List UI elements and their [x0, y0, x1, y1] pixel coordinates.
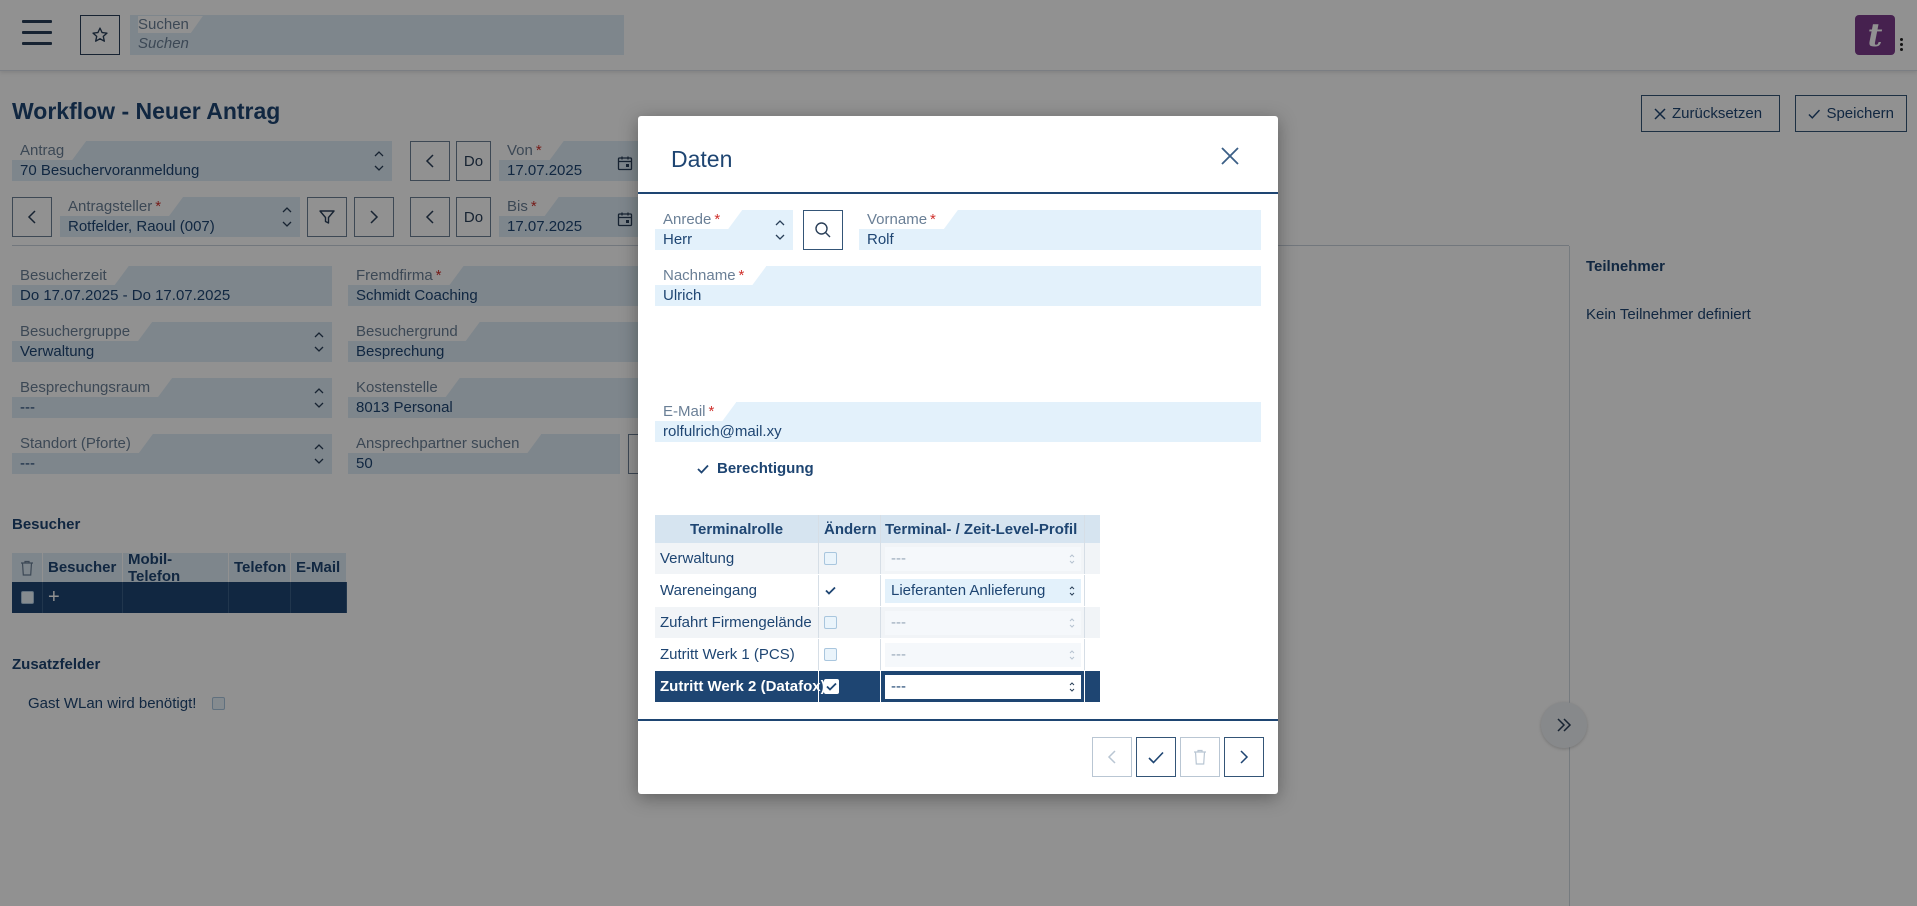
- chevron-left-icon: [1107, 750, 1116, 764]
- anrede-label: Anrede *: [655, 210, 742, 229]
- row-aendern-cell: [819, 607, 881, 638]
- table-row[interactable]: Zufahrt Firmengelände ---: [655, 607, 1100, 639]
- nachname-field[interactable]: Nachname * Ulrich: [655, 266, 1261, 306]
- table-row[interactable]: Wareneingang Lieferanten Anlieferung: [655, 575, 1100, 607]
- nachname-label: Nachname *: [655, 266, 766, 285]
- table-row[interactable]: Zutritt Werk 1 (PCS) ---: [655, 639, 1100, 671]
- profile-value: ---: [891, 614, 906, 631]
- aendern-checkbox[interactable]: [824, 616, 837, 629]
- row-profile-cell: ---: [881, 639, 1085, 670]
- up-down-icon: [1069, 584, 1075, 602]
- col-aendern[interactable]: Ändern: [819, 515, 881, 543]
- check-icon: [825, 586, 836, 595]
- row-role: Zufahrt Firmengelände: [655, 607, 819, 638]
- profile-value: ---: [891, 550, 906, 567]
- row-role: Zutritt Werk 1 (PCS): [655, 639, 819, 670]
- up-down-icon: [775, 216, 785, 244]
- up-down-icon: [1069, 680, 1075, 698]
- profile-select[interactable]: Lieferanten Anlieferung: [885, 578, 1081, 603]
- aendern-checkbox[interactable]: [824, 648, 837, 661]
- table-cell: [1085, 575, 1100, 606]
- profile-value: Lieferanten Anlieferung: [891, 582, 1046, 599]
- email-field[interactable]: E-Mail * rolfulrich@mail.xy: [655, 402, 1261, 442]
- col-terminalrolle[interactable]: Terminalrolle: [655, 515, 819, 543]
- check-icon: [826, 682, 837, 691]
- profile-value: ---: [891, 678, 906, 695]
- berechtigung-toggle[interactable]: Berechtigung: [696, 460, 814, 477]
- nachname-value: Ulrich: [663, 287, 702, 304]
- profile-value: ---: [891, 646, 906, 663]
- search-icon: [815, 222, 831, 238]
- row-role: Zutritt Werk 2 (Datafox): [655, 671, 826, 702]
- anrede-select[interactable]: Anrede * Herr: [655, 210, 793, 250]
- close-icon: [1221, 147, 1239, 165]
- dialog-title: Daten: [671, 146, 733, 172]
- aendern-checkbox[interactable]: [824, 552, 837, 565]
- delete-button[interactable]: [1180, 737, 1220, 777]
- row-profile-cell: ---: [881, 671, 1085, 702]
- col-profil[interactable]: Terminal- / Zeit-Level-Profil: [881, 515, 1085, 543]
- table-cell: [1085, 607, 1100, 638]
- email-label: E-Mail *: [655, 402, 736, 421]
- row-aendern-cell: [819, 639, 881, 670]
- table-cell: [1085, 639, 1100, 670]
- vorname-value: Rolf: [867, 231, 894, 248]
- row-aendern-cell: [819, 671, 881, 702]
- row-role: Wareneingang: [655, 575, 819, 606]
- row-aendern-cell: [819, 543, 881, 574]
- table-cell: [1085, 543, 1100, 574]
- vorname-label: Vorname *: [859, 210, 958, 229]
- row-profile-cell: ---: [881, 607, 1085, 638]
- row-profile-cell: ---: [881, 543, 1085, 574]
- chevron-right-icon: [1240, 750, 1249, 764]
- row-role: Verwaltung: [655, 543, 819, 574]
- berechtigung-label: Berechtigung: [717, 460, 814, 477]
- table-row-selected[interactable]: Zutritt Werk 2 (Datafox) ---: [655, 671, 1100, 703]
- trash-icon: [1194, 749, 1206, 765]
- row-aendern-cell: [819, 575, 881, 606]
- profile-select[interactable]: ---: [885, 610, 1081, 635]
- email-value: rolfulrich@mail.xy: [663, 423, 782, 440]
- profile-select[interactable]: ---: [885, 674, 1081, 699]
- table-row[interactable]: Verwaltung ---: [655, 543, 1100, 575]
- table-cell: [1085, 515, 1100, 543]
- vorname-field[interactable]: Vorname * Rolf: [859, 210, 1261, 250]
- confirm-button[interactable]: [1136, 737, 1176, 777]
- next-button[interactable]: [1224, 737, 1264, 777]
- close-button[interactable]: [1220, 146, 1244, 170]
- daten-dialog: Daten Anrede * Herr Vorname * Rolf Nachnam…: [638, 116, 1278, 794]
- row-profile-cell: Lieferanten Anlieferung: [881, 575, 1085, 606]
- aendern-checkbox[interactable]: [824, 584, 837, 597]
- dialog-divider-bottom: [638, 719, 1278, 721]
- up-down-icon: [1069, 616, 1075, 634]
- profile-select[interactable]: ---: [885, 546, 1081, 571]
- table-header: Terminalrolle Ändern Terminal- / Zeit-Le…: [655, 515, 1100, 543]
- up-down-icon: [1069, 648, 1075, 666]
- dialog-divider-top: [638, 192, 1278, 194]
- profile-select[interactable]: ---: [885, 642, 1081, 667]
- check-icon: [696, 462, 709, 475]
- table-cell: [1085, 671, 1100, 702]
- previous-button[interactable]: [1092, 737, 1132, 777]
- check-icon: [1148, 751, 1164, 764]
- up-down-icon: [1069, 552, 1075, 570]
- anrede-value: Herr: [663, 231, 693, 248]
- anrede-search-button[interactable]: [803, 210, 843, 250]
- aendern-checkbox[interactable]: [824, 679, 839, 694]
- terminalrolle-table: Terminalrolle Ändern Terminal- / Zeit-Le…: [655, 515, 1100, 703]
